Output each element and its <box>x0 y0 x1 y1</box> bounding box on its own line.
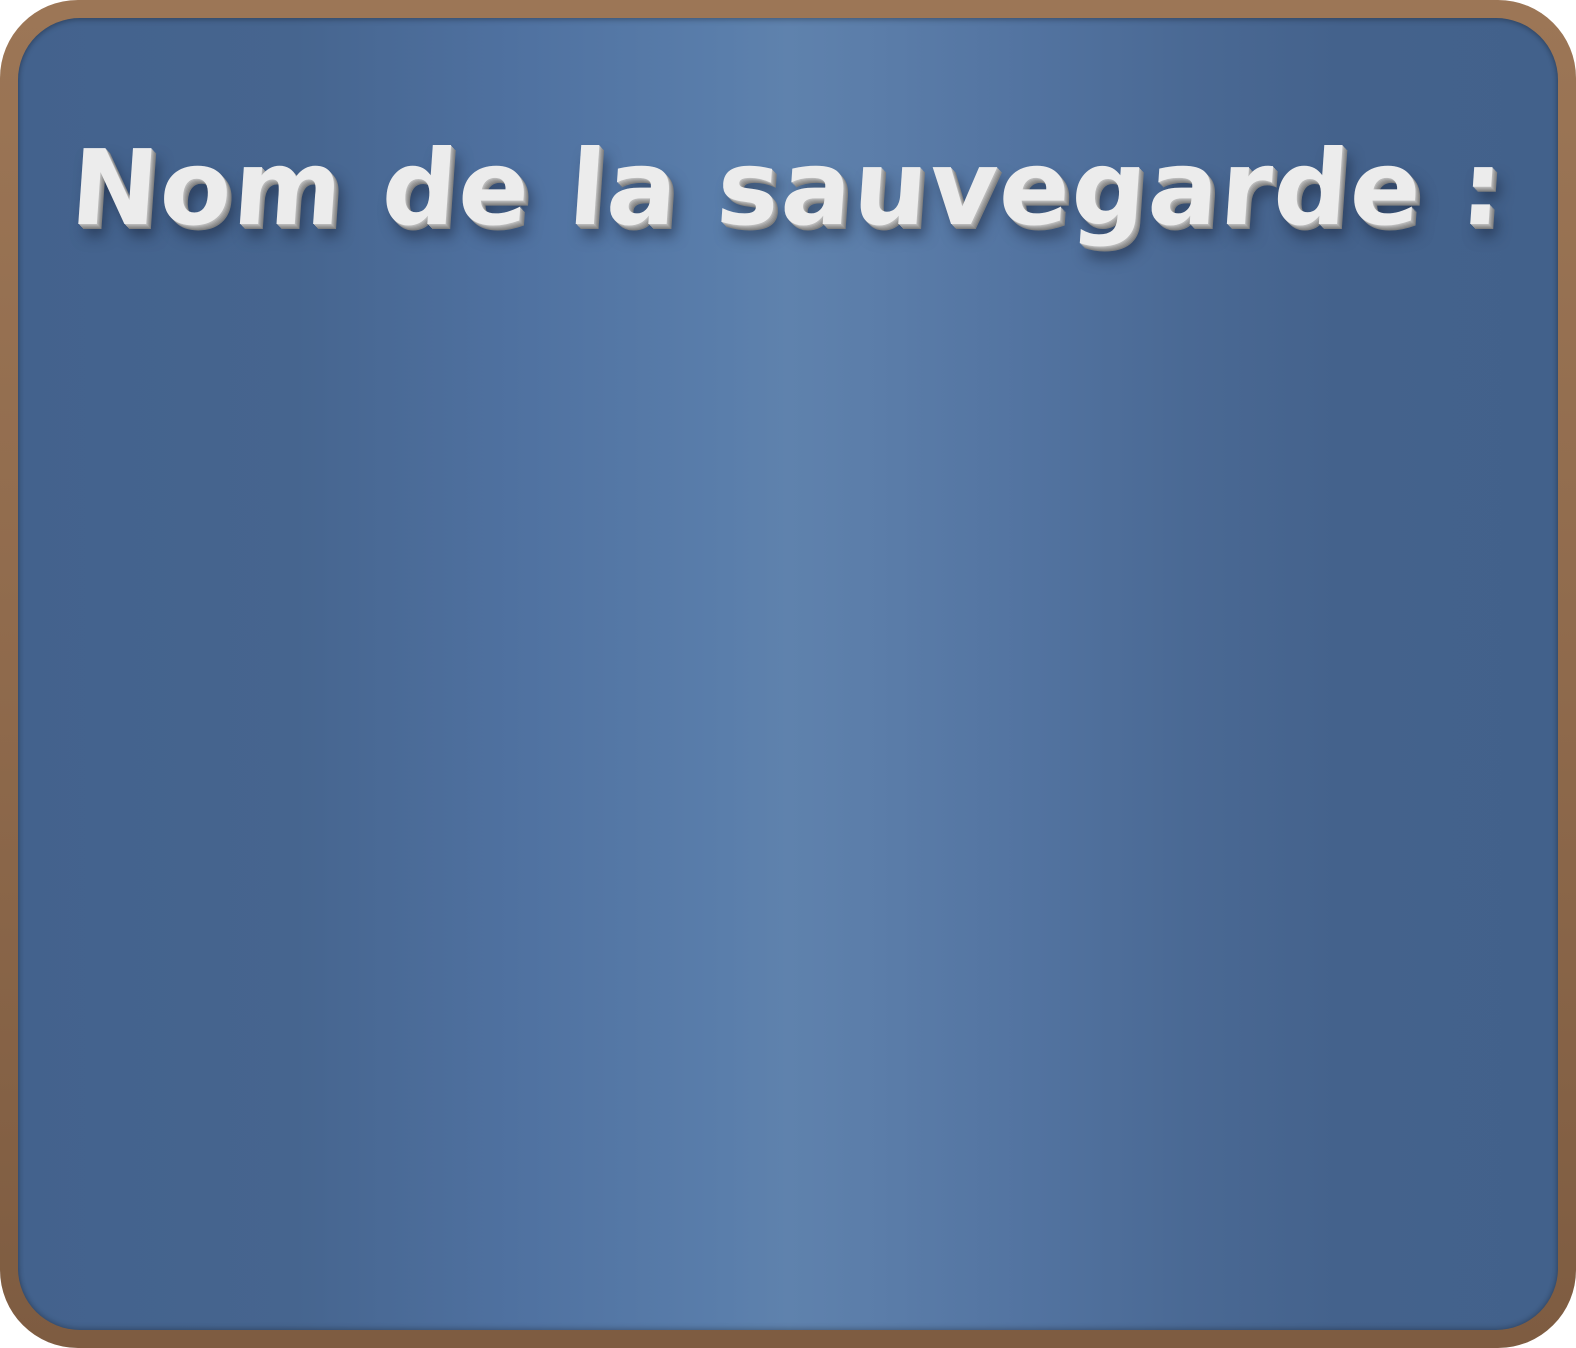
save-name-dialog-frame: Nom de la sauvegarde : <box>0 0 1576 1348</box>
save-name-dialog-panel: Nom de la sauvegarde : <box>18 18 1558 1330</box>
dialog-title: Nom de la sauvegarde : <box>67 127 1509 249</box>
